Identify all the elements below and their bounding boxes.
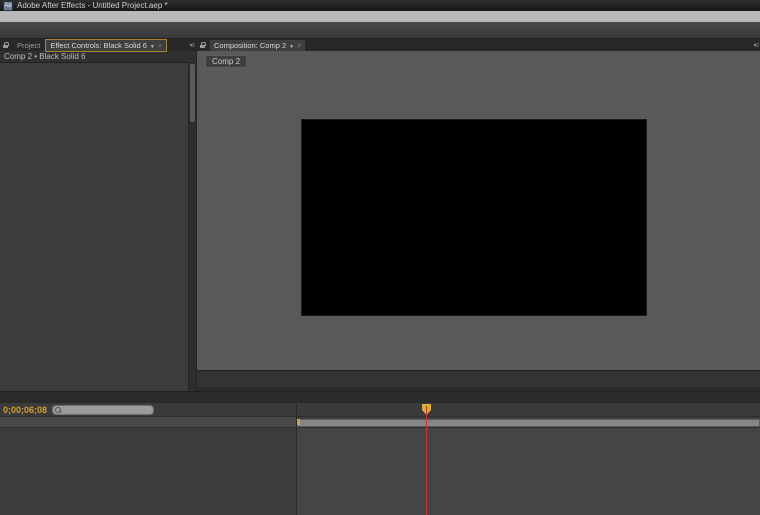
window-titlebar: Ae Adobe After Effects - Untitled Projec… bbox=[0, 0, 760, 11]
timeline-panel: 0;00;06;08 bbox=[0, 391, 760, 515]
effect-controls-tabbar: Project Effect Controls: Black Solid 6▼×… bbox=[0, 39, 196, 51]
comp-crumb-button[interactable]: Comp 2 bbox=[205, 55, 247, 68]
app-icon: Ae bbox=[3, 1, 13, 11]
playhead-line bbox=[426, 406, 427, 515]
panel-lock-icon[interactable] bbox=[3, 42, 10, 49]
current-time-display[interactable]: 0;00;06;08 bbox=[3, 405, 47, 415]
effect-controls-list bbox=[0, 62, 189, 391]
playhead[interactable] bbox=[426, 403, 427, 515]
time-ruler[interactable] bbox=[297, 403, 760, 417]
effect-controls-panel: Project Effect Controls: Black Solid 6▼×… bbox=[0, 39, 197, 391]
work-area-bar[interactable] bbox=[297, 419, 760, 427]
scrollbar-thumb[interactable] bbox=[190, 64, 195, 122]
scrollbar[interactable] bbox=[188, 62, 196, 391]
panel-lock-icon[interactable] bbox=[200, 42, 207, 49]
tab-composition-label: Composition: Comp 2 bbox=[214, 41, 286, 50]
close-icon[interactable]: × bbox=[297, 41, 301, 50]
window-title: Adobe After Effects - Untitled Project.a… bbox=[17, 1, 168, 10]
composition-frame[interactable] bbox=[301, 119, 647, 316]
composition-viewer: Comp 2 bbox=[197, 51, 760, 370]
timeline-column-headers bbox=[0, 416, 296, 428]
chevron-down-icon[interactable]: ▼ bbox=[289, 44, 294, 50]
tab-effect-controls-label: Effect Controls: Black Solid 6 bbox=[50, 41, 147, 50]
timeline-track-area bbox=[297, 403, 760, 515]
panel-menu-icon[interactable]: ▾≡ bbox=[753, 42, 758, 49]
work-area-start-handle[interactable] bbox=[297, 419, 300, 425]
search-input[interactable] bbox=[52, 405, 154, 415]
timeline-layer-column: 0;00;06;08 bbox=[0, 403, 297, 515]
timeline-tabbar bbox=[0, 392, 760, 403]
chevron-down-icon[interactable]: ▼ bbox=[150, 44, 155, 50]
work-area-row bbox=[297, 417, 760, 428]
tab-composition[interactable]: Composition: Comp 2▼× bbox=[210, 40, 305, 51]
close-icon[interactable]: × bbox=[158, 41, 162, 50]
panel-menu-icon[interactable]: ▾≡ bbox=[189, 42, 194, 49]
tab-effect-controls[interactable]: Effect Controls: Black Solid 6▼× bbox=[46, 40, 166, 51]
timeline-controls: 0;00;06;08 bbox=[0, 403, 296, 416]
composition-tabbar: Composition: Comp 2▼× ▾≡ bbox=[197, 39, 760, 51]
menu-bar bbox=[0, 11, 760, 22]
composition-toolbar bbox=[197, 370, 760, 387]
search-icon bbox=[55, 407, 61, 413]
tab-project[interactable]: Project bbox=[13, 40, 44, 51]
tool-bar bbox=[0, 22, 760, 39]
composition-panel: Composition: Comp 2▼× ▾≡ Comp 2 bbox=[197, 39, 760, 391]
